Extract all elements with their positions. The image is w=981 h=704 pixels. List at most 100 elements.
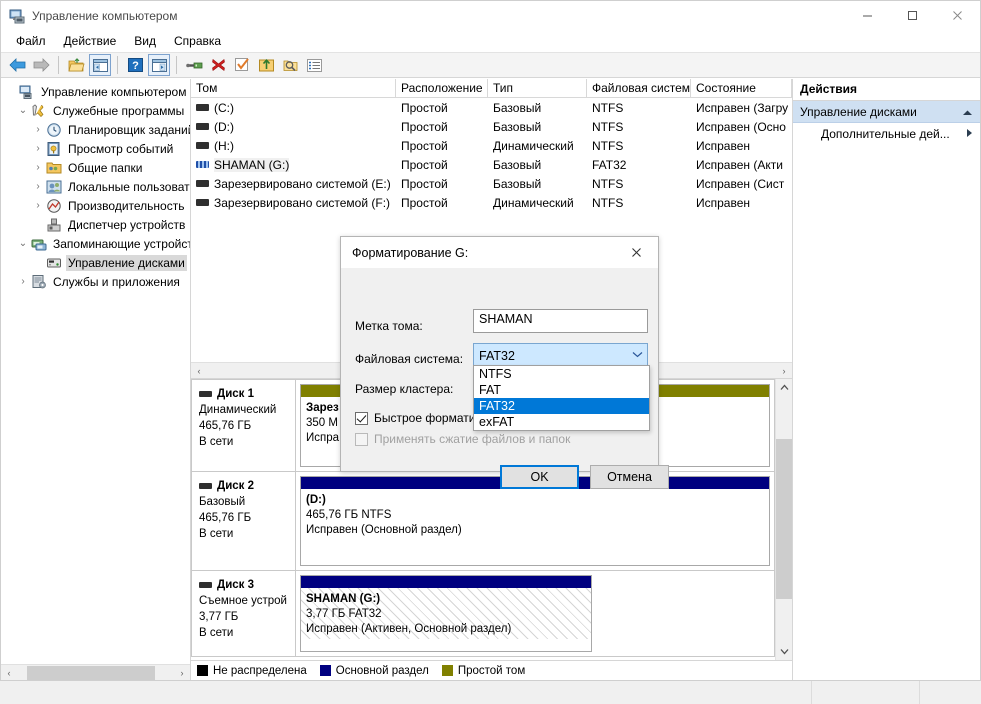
open-folder-icon[interactable] <box>65 54 87 76</box>
table-row[interactable]: (C:) Простой Базовый NTFS Исправен (Загр… <box>191 98 792 117</box>
table-row[interactable]: Зарезервировано системой (E:) Простой Ба… <box>191 174 792 193</box>
cell-type: Базовый <box>493 176 542 191</box>
disk-panel[interactable]: Диск 3 Съемное устрой 3,77 ГБ В сети SHA… <box>191 571 775 657</box>
storage-icon <box>31 236 47 252</box>
chevron-down-icon[interactable]: ⌄ <box>15 238 31 249</box>
legend-label: Простой том <box>457 664 526 677</box>
cell-volume: (H:) <box>191 139 396 153</box>
scroll-left-icon[interactable]: ‹ <box>191 366 207 376</box>
volume-list-header: Том Расположение Тип Файловая система Со… <box>191 79 792 98</box>
chevron-down-icon[interactable] <box>627 350 647 361</box>
cell-location: Простой <box>401 195 448 210</box>
volume-label-label: Метка тома: <box>355 319 423 333</box>
menu-file[interactable]: Файл <box>7 32 55 50</box>
disk-panel[interactable]: Диск 2 Базовый 465,76 ГБ В сети (D:) 465… <box>191 472 775 571</box>
cancel-button[interactable]: Отмена <box>590 465 669 489</box>
scroll-up-icon[interactable] <box>776 379 792 396</box>
tree-item-storage[interactable]: ⌄ Запоминающие устройст <box>1 234 190 253</box>
volume-icon <box>196 180 209 187</box>
cell-location: Простой <box>401 138 448 153</box>
chevron-right-icon[interactable]: › <box>15 276 31 287</box>
tree-item-shared-folders[interactable]: › Общие папки <box>1 158 190 177</box>
legend: Не распределена Основной раздел Простой … <box>191 660 792 680</box>
menu-view[interactable]: Вид <box>125 32 165 50</box>
dropdown-option-fat32[interactable]: FAT32 <box>474 398 649 414</box>
scroll-thumb[interactable] <box>27 665 155 680</box>
rescan-disks-icon[interactable] <box>231 54 253 76</box>
taskbar-cell[interactable] <box>811 681 919 704</box>
clock-icon <box>46 122 62 138</box>
ok-button[interactable]: OK <box>500 465 579 489</box>
disk-icon <box>199 582 212 588</box>
table-row[interactable]: SHAMAN (G:) Простой Базовый FAT32 Исправ… <box>191 155 792 174</box>
scroll-right-icon[interactable]: › <box>174 668 190 678</box>
dropdown-option-ntfs[interactable]: NTFS <box>474 366 649 382</box>
delete-icon[interactable] <box>207 54 229 76</box>
search-icon[interactable] <box>279 54 301 76</box>
menu-action[interactable]: Действие <box>55 32 126 50</box>
partition[interactable]: (D:) 465,76 ГБ NTFS Исправен (Основной р… <box>300 476 770 566</box>
tree-item-task-scheduler[interactable]: › Планировщик заданий <box>1 120 190 139</box>
chevron-up-icon[interactable] <box>962 105 973 119</box>
chevron-right-icon[interactable]: › <box>30 162 46 173</box>
show-hide-console-tree-icon[interactable] <box>89 54 111 76</box>
legend-swatch-unallocated <box>197 665 208 676</box>
table-row[interactable]: (D:) Простой Базовый NTFS Исправен (Осно <box>191 117 792 136</box>
scroll-right-icon[interactable]: › <box>776 366 792 376</box>
menu-help[interactable]: Справка <box>165 32 230 50</box>
column-header-file-system[interactable]: Файловая система <box>587 79 691 97</box>
chevron-right-icon[interactable]: › <box>30 181 46 192</box>
file-system-select[interactable]: FAT32 <box>473 343 648 366</box>
volume-name: Зарезервировано системой (E:) <box>214 176 391 191</box>
tree-horizontal-scrollbar[interactable]: ‹ › <box>1 664 190 680</box>
table-row[interactable]: Зарезервировано системой (F:) Простой Ди… <box>191 193 792 212</box>
taskbar-cell[interactable] <box>919 681 981 704</box>
disk-view-vertical-scrollbar[interactable] <box>775 379 792 660</box>
tree-item-computer-management[interactable]: Управление компьютером (л <box>1 82 190 101</box>
scroll-down-icon[interactable] <box>776 643 792 660</box>
chevron-down-icon[interactable]: ⌄ <box>15 105 31 116</box>
actions-group-disk-management[interactable]: Управление дисками <box>793 101 980 123</box>
tree-item-local-users-groups[interactable]: › Локальные пользовате <box>1 177 190 196</box>
file-system-dropdown-list[interactable]: NTFS FAT FAT32 exFAT <box>473 365 650 431</box>
tree-item-services-applications[interactable]: › Службы и приложения <box>1 272 190 291</box>
tree-item-disk-management[interactable]: Управление дисками <box>1 253 190 272</box>
dropdown-option-exfat[interactable]: exFAT <box>474 414 649 430</box>
export-icon[interactable] <box>255 54 277 76</box>
actions-item-more-actions[interactable]: Дополнительные дей... <box>793 123 980 145</box>
scroll-track[interactable] <box>17 665 174 681</box>
show-hide-action-pane-icon[interactable] <box>148 54 170 76</box>
forward-icon[interactable] <box>30 54 52 76</box>
title-bar: Управление компьютером <box>1 1 980 30</box>
column-header-volume[interactable]: Том <box>191 79 396 97</box>
table-row[interactable]: (H:) Простой Динамический NTFS Исправен <box>191 136 792 155</box>
tree-item-performance[interactable]: › Производительность <box>1 196 190 215</box>
tree-item-system-tools[interactable]: ⌄ Служебные программы <box>1 101 190 120</box>
tree-item-label: Службы и приложения <box>53 274 180 289</box>
chevron-right-icon[interactable]: › <box>30 124 46 135</box>
dialog-close-button[interactable] <box>614 237 658 268</box>
column-header-status[interactable]: Состояние <box>691 79 792 97</box>
partition[interactable]: SHAMAN (G:) 3,77 ГБ FAT32 Исправен (Акти… <box>300 575 592 652</box>
scroll-thumb[interactable] <box>776 439 792 599</box>
list-view-icon[interactable] <box>303 54 325 76</box>
chevron-right-icon[interactable]: › <box>30 143 46 154</box>
users-icon <box>46 179 62 195</box>
help-icon[interactable]: ? <box>124 54 146 76</box>
dropdown-option-fat[interactable]: FAT <box>474 382 649 398</box>
properties-icon[interactable] <box>183 54 205 76</box>
close-button[interactable] <box>935 1 980 30</box>
back-icon[interactable] <box>6 54 28 76</box>
tree-item-event-viewer[interactable]: › Просмотр событий <box>1 139 190 158</box>
chevron-right-icon[interactable] <box>966 128 973 140</box>
minimize-button[interactable] <box>845 1 890 30</box>
quick-format-checkbox[interactable] <box>355 411 368 425</box>
tree-item-label: Управление дисками <box>66 254 187 271</box>
maximize-button[interactable] <box>890 1 935 30</box>
chevron-right-icon[interactable]: › <box>30 200 46 211</box>
tree-item-device-manager[interactable]: Диспетчер устройств <box>1 215 190 234</box>
column-header-location[interactable]: Расположение <box>396 79 488 97</box>
column-header-type[interactable]: Тип <box>488 79 587 97</box>
scroll-left-icon[interactable]: ‹ <box>1 668 17 678</box>
volume-label-input[interactable]: SHAMAN <box>473 309 648 333</box>
